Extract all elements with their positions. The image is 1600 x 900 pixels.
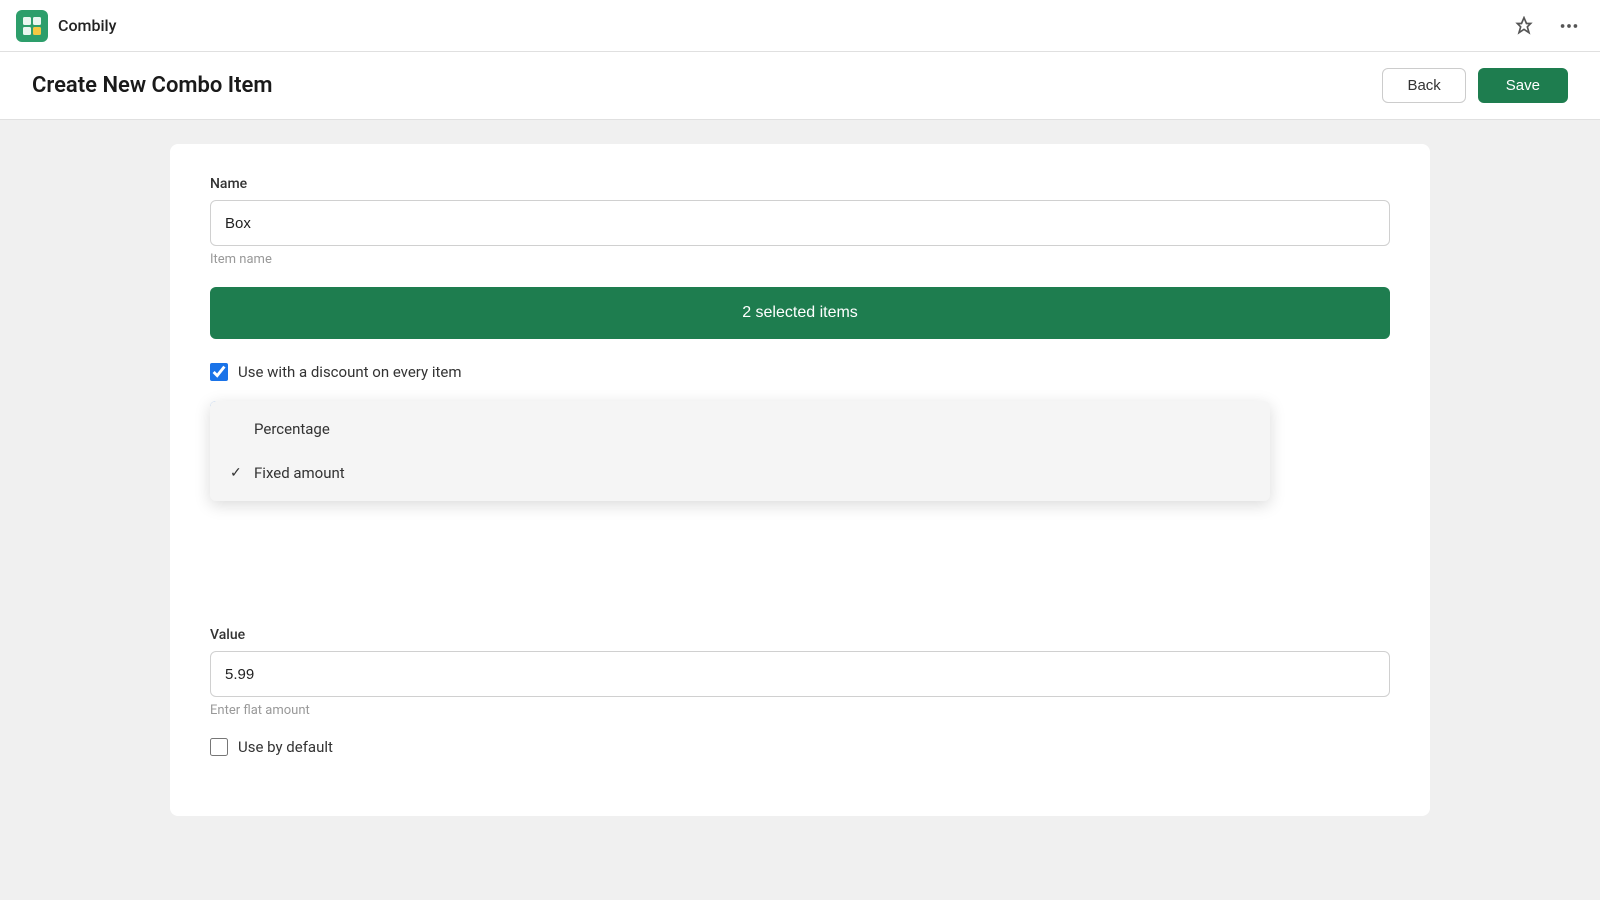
discount-type-dropdown[interactable]: Percentage Fixed amount — [210, 401, 1270, 501]
back-button[interactable]: Back — [1382, 68, 1465, 103]
app-logo — [16, 10, 48, 42]
name-field-group: Name Item name — [210, 176, 1390, 267]
use-by-default-checkbox[interactable] — [210, 738, 228, 756]
form-card: Name Item name 2 selected items Use with… — [170, 144, 1430, 816]
use-by-default-row: Use by default — [210, 738, 1390, 756]
main-content: Name Item name 2 selected items Use with… — [0, 120, 1600, 900]
page-title: Create New Combo Item — [32, 73, 272, 98]
pin-button[interactable] — [1510, 12, 1538, 40]
topbar-right — [1510, 11, 1584, 41]
use-by-default-label[interactable]: Use by default — [238, 738, 333, 756]
discount-type-section: Percentage Fixed amount Percentage Fixed… — [210, 401, 1390, 447]
value-input[interactable] — [210, 651, 1390, 697]
header-actions: Back Save — [1382, 68, 1568, 103]
dropdown-item-fixed[interactable]: Fixed amount — [210, 451, 1270, 495]
fixed-option-label: Fixed amount — [254, 464, 345, 482]
value-section: Value Enter flat amount Use by default — [210, 627, 1390, 756]
name-input[interactable] — [210, 200, 1390, 246]
topbar: Combily — [0, 0, 1600, 52]
dropdown-item-percentage[interactable]: Percentage — [210, 407, 1270, 451]
discount-checkbox-row: Use with a discount on every item — [210, 363, 1390, 381]
app-title: Combily — [58, 16, 116, 35]
name-label: Name — [210, 176, 1390, 192]
more-button[interactable] — [1554, 11, 1584, 41]
value-hint: Enter flat amount — [210, 703, 1390, 718]
value-field-group: Value Enter flat amount — [210, 627, 1390, 718]
page-header: Create New Combo Item Back Save — [0, 52, 1600, 120]
value-label: Value — [210, 627, 1390, 643]
topbar-left: Combily — [16, 10, 116, 42]
percentage-option-label: Percentage — [254, 420, 330, 438]
selected-items-button[interactable]: 2 selected items — [210, 287, 1390, 339]
name-hint: Item name — [210, 252, 1390, 267]
discount-checkbox[interactable] — [210, 363, 228, 381]
discount-checkbox-label[interactable]: Use with a discount on every item — [238, 363, 462, 381]
save-button[interactable]: Save — [1478, 68, 1568, 103]
